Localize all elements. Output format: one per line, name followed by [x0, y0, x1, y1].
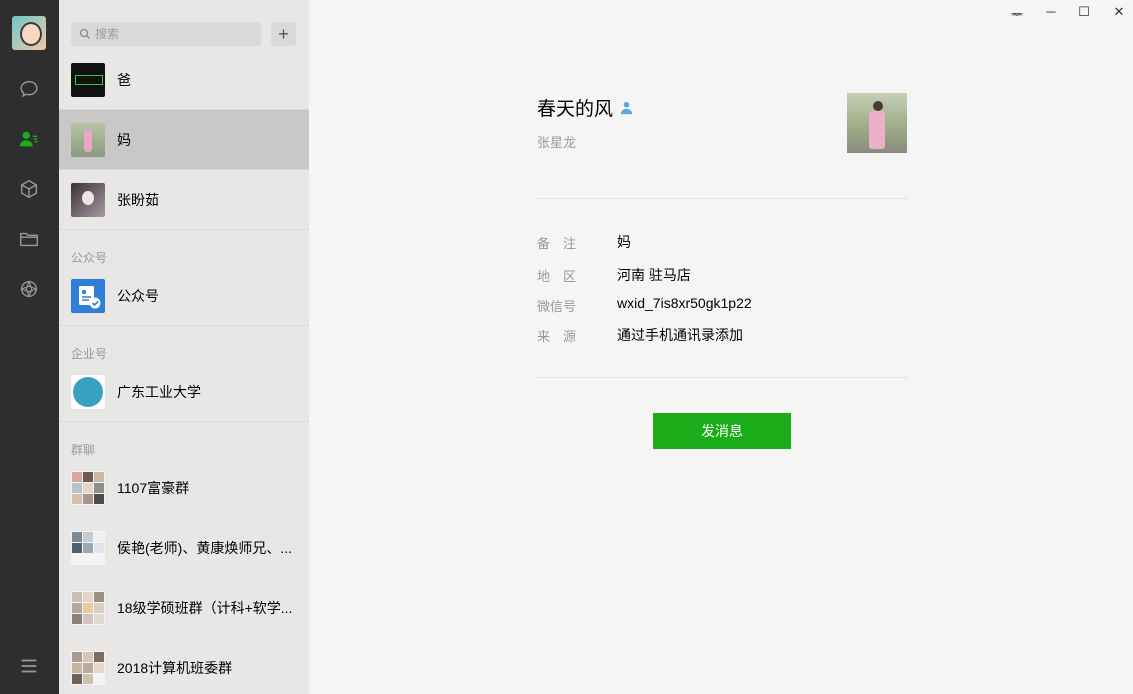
contact-name: 公众号: [117, 287, 159, 304]
contact-header: 春天的风: [537, 94, 634, 121]
group-row[interactable]: 侯艳(老师)、黄康焕师兄、...: [59, 518, 309, 578]
search-box[interactable]: [71, 22, 261, 46]
contact-real-name: 张星龙: [537, 135, 577, 150]
group-avatar: [71, 531, 105, 565]
field-label-remark: 备 注: [537, 236, 577, 251]
contact-name: 张盼茹: [117, 191, 159, 208]
contacts-icon[interactable]: [17, 127, 41, 151]
search-input[interactable]: [95, 27, 245, 41]
chat-icon[interactable]: [17, 77, 41, 101]
maximize-button[interactable]: ☐: [1077, 4, 1091, 20]
nav-rail: [0, 0, 59, 694]
user-gender-icon: [620, 101, 633, 115]
contact-nickname: 春天的风: [537, 99, 614, 120]
contact-row-mom[interactable]: 妈: [59, 110, 309, 170]
contact-avatar: [71, 62, 105, 97]
folder-icon[interactable]: [17, 227, 41, 251]
field-label-region: 地 区: [537, 269, 577, 284]
cube-icon[interactable]: [17, 177, 41, 201]
divider: [537, 377, 907, 378]
group-row[interactable]: 2018计算机班委群: [59, 638, 309, 694]
enterprise-avatar: [71, 374, 105, 409]
contact-avatar: [71, 182, 105, 217]
contact-name: 妈: [117, 131, 131, 148]
official-accounts-row[interactable]: 公众号: [59, 266, 309, 326]
close-button[interactable]: ✕: [1112, 4, 1126, 20]
enterprise-row[interactable]: 广东工业大学: [59, 362, 309, 422]
section-groups: 群聊: [71, 443, 96, 457]
field-value-source: 通过手机通讯录添加: [617, 327, 743, 343]
group-name: 侯艳(老师)、黄康焕师兄、...: [117, 540, 292, 556]
contact-avatar: [71, 122, 105, 157]
field-value-remark: 妈: [617, 234, 631, 250]
group-avatar: [71, 471, 105, 505]
field-label-source: 来 源: [537, 329, 577, 344]
field-label-wechat-id: 微信号: [537, 299, 577, 314]
group-avatar: [71, 591, 105, 625]
contact-row-dad[interactable]: 爸: [59, 50, 309, 110]
contact-name: 广东工业大学: [117, 383, 201, 400]
send-message-button[interactable]: 发消息: [653, 413, 791, 449]
section-official-accounts: 公众号: [71, 251, 108, 265]
menu-icon[interactable]: [17, 654, 41, 678]
add-contact-button[interactable]: +: [271, 22, 296, 46]
contact-detail-panel: ᆓ ─ ☐ ✕ 春天的风 张星龙 备 注 妈 地 区 河南 驻马店 微信号 wx…: [309, 0, 1133, 694]
contact-list: + 爸 妈 张盼茹 公众号 公众号 企业号 广东工业大学 群聊 1107富豪群: [59, 0, 309, 694]
group-name: 2018计算机班委群: [117, 660, 233, 676]
field-value-region: 河南 驻马店: [617, 267, 691, 283]
contact-name: 爸: [117, 71, 131, 88]
group-avatar: [71, 651, 105, 685]
user-avatar[interactable]: [12, 16, 46, 50]
contact-avatar-large[interactable]: [847, 93, 907, 153]
field-value-wechat-id: wxid_7is8xr50gk1p22: [617, 295, 752, 311]
official-accounts-icon: [71, 278, 105, 313]
divider: [537, 198, 907, 199]
minimize-button[interactable]: ─: [1044, 4, 1058, 19]
contact-row-zhang[interactable]: 张盼茹: [59, 170, 309, 230]
moments-icon[interactable]: [17, 277, 41, 301]
group-name: 18级学硕班群（计科+软学...: [117, 600, 293, 616]
group-row[interactable]: 18级学硕班群（计科+软学...: [59, 578, 309, 638]
group-name: 1107富豪群: [117, 480, 190, 496]
search-icon: [79, 28, 91, 40]
pin-button[interactable]: ᆓ: [1010, 4, 1024, 23]
section-enterprise: 企业号: [71, 347, 108, 361]
group-row[interactable]: 1107富豪群: [59, 458, 309, 518]
